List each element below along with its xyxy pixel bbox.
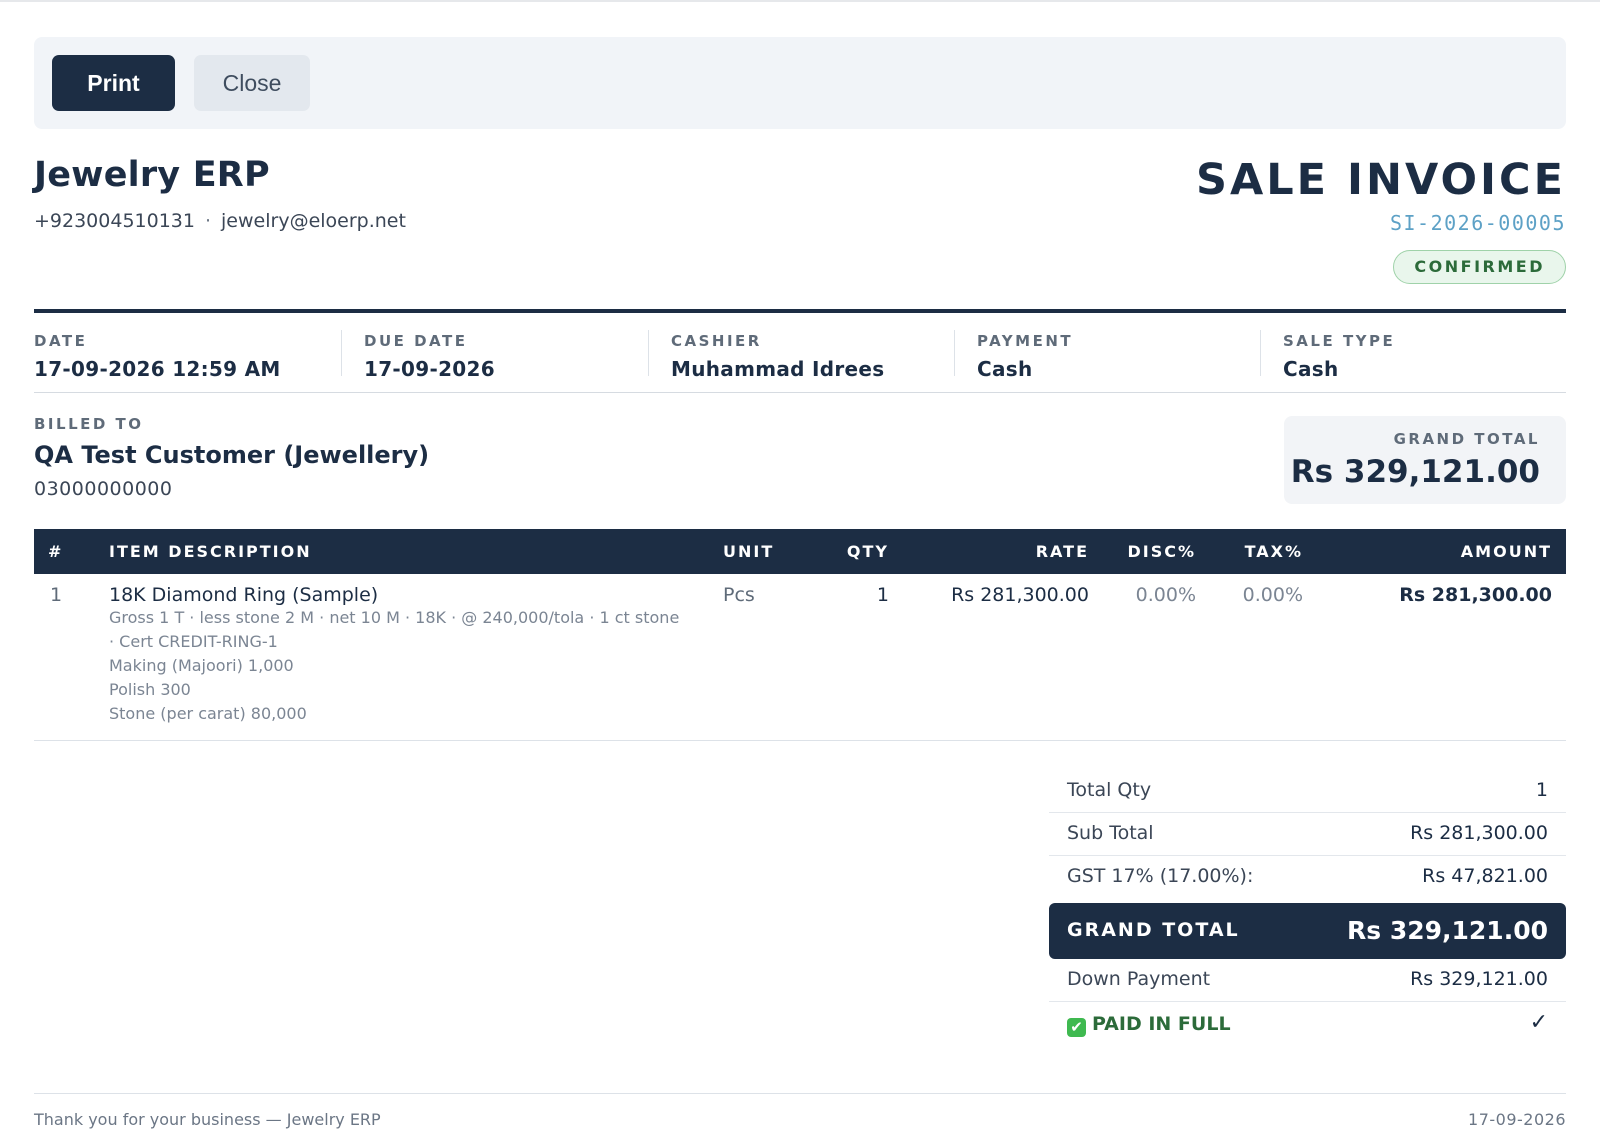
item-detail: Polish 300 (109, 680, 191, 699)
column-header-tax: TAX% (1244, 542, 1303, 561)
column-header-description: ITEM DESCRIPTION (109, 542, 312, 561)
item-discount: 0.00% (1135, 584, 1196, 606)
document-title: SALE INVOICE (1196, 155, 1566, 205)
invoice-meta: DATE 17-09-2026 12:59 AM DUE DATE 17-09-… (34, 313, 1566, 393)
column-header-amount: AMOUNT (1460, 542, 1552, 561)
print-button[interactable]: Print (52, 55, 175, 111)
close-button[interactable]: Close (194, 55, 310, 111)
column-header-disc: DISC% (1127, 542, 1196, 561)
paid-in-full-row: ✔ PAID IN FULL ✓ (1049, 1002, 1566, 1046)
company-contact: +923004510131 · jewelry@eloerp.net (34, 210, 406, 232)
status-badge: CONFIRMED (1393, 250, 1566, 284)
toolbar: Print Close (34, 37, 1566, 129)
total-qty-label: Total Qty (1067, 779, 1152, 801)
meta-divider (954, 330, 955, 376)
table-divider (34, 740, 1566, 741)
meta-payment: PAYMENT Cash (977, 331, 1073, 383)
column-header-index: # (48, 542, 64, 561)
checkmark-icon: ✓ (1529, 1010, 1548, 1035)
meta-value: Cash (1283, 357, 1339, 381)
meta-value: 17-09-2026 (364, 357, 495, 381)
total-qty-value: 1 (1535, 779, 1548, 801)
item-detail: Making (Majoori) 1,000 (109, 656, 294, 675)
meta-value: 17-09-2026 12:59 AM (34, 357, 281, 381)
item-detail: Stone (per carat) 80,000 (109, 704, 307, 723)
item-rate: Rs 281,300.00 (951, 584, 1089, 606)
invoice-number: SI-2026-00005 (1389, 211, 1566, 235)
down-payment-label: Down Payment (1067, 968, 1211, 990)
sub-total-value: Rs 281,300.00 (1410, 822, 1548, 844)
total-qty-row: Total Qty 1 (1049, 770, 1566, 813)
item-title: 18K Diamond Ring (Sample) (109, 584, 379, 606)
down-payment-value: Rs 329,121.00 (1410, 968, 1548, 990)
column-header-rate: RATE (1035, 542, 1089, 561)
grand-total-row-value: Rs 329,121.00 (1347, 916, 1548, 945)
company-name: Jewelry ERP (34, 155, 270, 195)
top-border (0, 0, 1600, 2)
gst-label: GST 17% (17.00%): (1067, 865, 1254, 887)
paid-in-full-status: ✔ PAID IN FULL (1067, 1013, 1231, 1037)
grand-total-row-label: GRAND TOTAL (1067, 919, 1240, 941)
item-tax: 0.00% (1242, 584, 1303, 606)
meta-value: Cash (977, 357, 1033, 381)
down-payment-row: Down Payment Rs 329,121.00 (1049, 959, 1566, 1002)
sub-total-row: Sub Total Rs 281,300.00 (1049, 813, 1566, 856)
row-index: 1 (50, 584, 63, 606)
item-detail: · Cert CREDIT-RING-1 (109, 632, 278, 651)
billed-to-label: BILLED TO (34, 415, 144, 433)
meta-cashier: CASHIER Muhammad Idrees (671, 331, 884, 383)
meta-label: CASHIER (671, 332, 762, 350)
item-qty: 1 (876, 584, 889, 606)
totals-panel: Total Qty 1 Sub Total Rs 281,300.00 GST … (1049, 770, 1566, 1046)
grand-total-value: Rs 329,121.00 (1290, 454, 1540, 490)
meta-date: DATE 17-09-2026 12:59 AM (34, 331, 281, 383)
meta-divider (648, 330, 649, 376)
customer-phone: 03000000000 (34, 478, 173, 500)
white-check-mark-icon: ✔ (1067, 1018, 1086, 1037)
company-phone: +923004510131 (34, 210, 195, 232)
grand-total-summary: GRAND TOTAL Rs 329,121.00 (1284, 416, 1566, 504)
meta-divider (341, 330, 342, 376)
grand-total-row: GRAND TOTAL Rs 329,121.00 (1049, 903, 1566, 959)
sub-total-label: Sub Total (1067, 822, 1154, 844)
paid-in-full-label: PAID IN FULL (1092, 1013, 1231, 1035)
footer-message: Thank you for your business — Jewelry ER… (34, 1110, 381, 1129)
gst-value: Rs 47,821.00 (1422, 865, 1548, 887)
meta-divider-bottom (34, 392, 1566, 393)
item-description: 18K Diamond Ring (Sample) Gross 1 T · le… (109, 584, 709, 726)
item-unit: Pcs (723, 584, 755, 606)
company-email: jewelry@eloerp.net (221, 210, 406, 232)
grand-total-label: GRAND TOTAL (1393, 430, 1540, 448)
gst-row: GST 17% (17.00%): Rs 47,821.00 (1049, 856, 1566, 898)
meta-label: DATE (34, 332, 88, 350)
customer-name: QA Test Customer (Jewellery) (34, 441, 430, 469)
column-header-unit: UNIT (723, 542, 775, 561)
meta-label: DUE DATE (364, 332, 468, 350)
item-detail: Gross 1 T · less stone 2 M · net 10 M · … (109, 608, 680, 627)
meta-divider (1260, 330, 1261, 376)
meta-value: Muhammad Idrees (671, 357, 885, 381)
meta-label: SALE TYPE (1283, 332, 1396, 350)
meta-sale-type: SALE TYPE Cash (1283, 331, 1395, 383)
meta-label: PAYMENT (977, 332, 1074, 350)
meta-due-date: DUE DATE 17-09-2026 (364, 331, 495, 383)
footer-date: 17-09-2026 (1468, 1110, 1566, 1129)
items-table-header: # ITEM DESCRIPTION UNIT QTY RATE DISC% T… (34, 529, 1566, 574)
column-header-qty: QTY (846, 542, 889, 561)
table-row: 1 18K Diamond Ring (Sample) Gross 1 T · … (34, 574, 1566, 741)
item-amount: Rs 281,300.00 (1399, 584, 1552, 606)
contact-separator: · (204, 210, 212, 232)
footer-divider (34, 1093, 1566, 1094)
